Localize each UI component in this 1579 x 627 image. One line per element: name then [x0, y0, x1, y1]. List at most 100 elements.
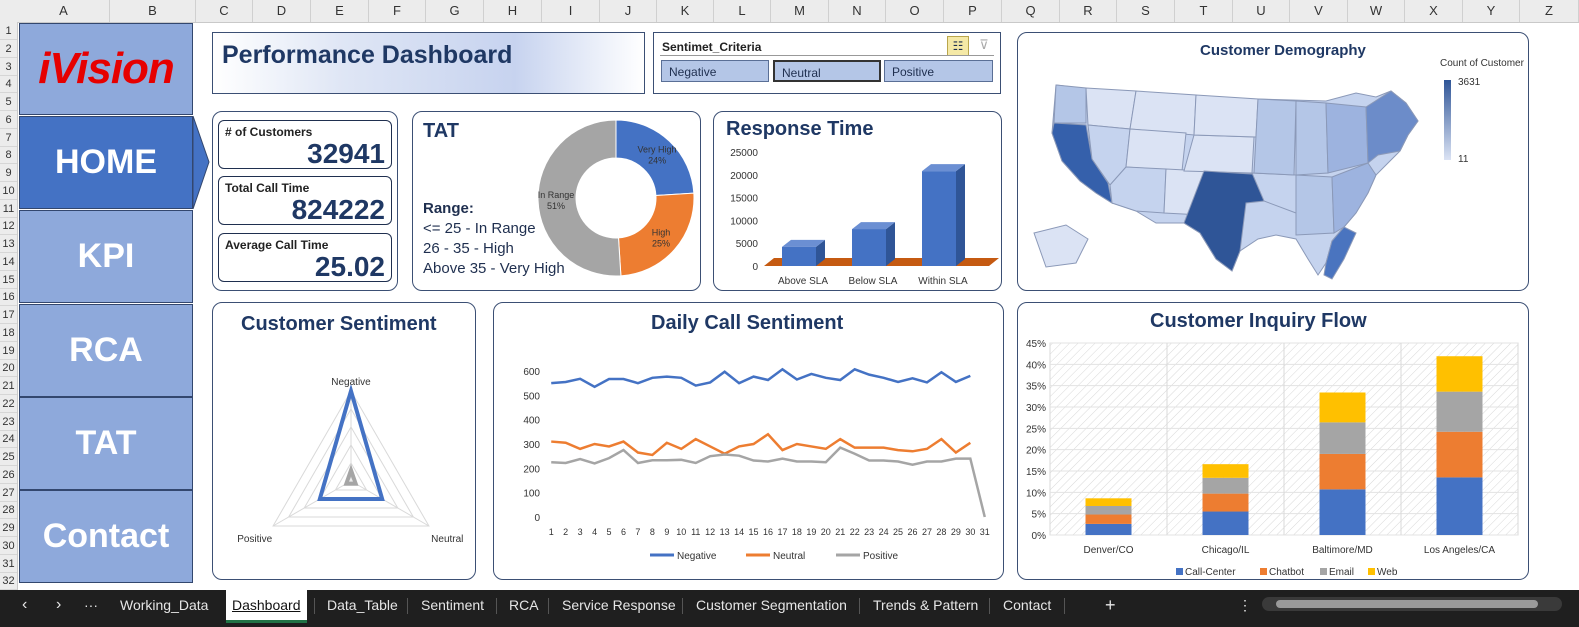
row-header-20[interactable]: 20 [0, 359, 17, 378]
tab-customer-segmentation[interactable]: Customer Segmentation [696, 590, 847, 620]
bar-side [886, 222, 895, 266]
row-header-22[interactable]: 22 [0, 395, 17, 413]
clear-filter-icon[interactable]: ⊽ [974, 36, 994, 54]
tab-data-table[interactable]: Data_Table [327, 590, 398, 620]
row-header-19[interactable]: 19 [0, 342, 17, 360]
y-tick-label: 30% [1026, 403, 1046, 414]
nav-contact-button[interactable]: Contact [19, 490, 193, 583]
column-header-e[interactable]: E [311, 0, 369, 22]
row-header-25[interactable]: 25 [0, 448, 17, 466]
column-header-d[interactable]: D [253, 0, 311, 22]
row-header-32[interactable]: 32 [0, 572, 17, 591]
column-header-p[interactable]: P [944, 0, 1002, 22]
scrollbar-thumb[interactable] [1276, 600, 1538, 608]
tab-contact[interactable]: Contact [1003, 590, 1051, 620]
row-header-18[interactable]: 18 [0, 324, 17, 342]
x-tick-label: 12 [705, 527, 715, 537]
row-header-2[interactable]: 2 [0, 40, 17, 58]
column-header-q[interactable]: Q [1002, 0, 1060, 22]
slicer-option-neutral[interactable]: Neutral [773, 60, 881, 82]
daily-call-sentiment-card: Daily Call Sentiment 0 100 200 300 400 500 600… [493, 302, 1004, 580]
row-header-29[interactable]: 29 [0, 519, 17, 537]
x-tick-label: Within SLA [918, 276, 968, 287]
column-header-z[interactable]: Z [1520, 0, 1579, 22]
column-header-k[interactable]: K [657, 0, 714, 22]
row-header-13[interactable]: 13 [0, 235, 17, 253]
row-header-31[interactable]: 31 [0, 555, 17, 573]
column-header-g[interactable]: G [426, 0, 484, 22]
column-header-o[interactable]: O [886, 0, 944, 22]
column-header-a[interactable]: A [18, 0, 110, 22]
slicer-option-negative[interactable]: Negative [661, 60, 769, 82]
row-header-14[interactable]: 14 [0, 253, 17, 271]
map-legend-gradient [1444, 80, 1451, 160]
row-header-26[interactable]: 26 [0, 466, 17, 484]
row-header-12[interactable]: 12 [0, 217, 17, 236]
row-header-9[interactable]: 9 [0, 164, 17, 182]
stacked-bar-segment [1319, 489, 1366, 535]
horizontal-scrollbar[interactable] [1262, 597, 1562, 611]
row-header-1[interactable]: 1 [0, 22, 17, 40]
row-header-10[interactable]: 10 [0, 182, 17, 200]
customers-kpi-label: # of Customers [225, 125, 313, 139]
row-header-8[interactable]: 8 [0, 146, 17, 165]
row-header-23[interactable]: 23 [0, 413, 17, 431]
column-header-n[interactable]: N [829, 0, 886, 22]
row-header-24[interactable]: 24 [0, 430, 17, 449]
row-header-15[interactable]: 15 [0, 271, 17, 289]
prev-sheet-icon[interactable]: ‹ [22, 590, 27, 620]
column-header-m[interactable]: M [771, 0, 829, 22]
nav-kpi-button[interactable]: KPI [19, 210, 193, 303]
nav-tat-button[interactable]: TAT [19, 397, 193, 490]
column-header-t[interactable]: T [1175, 0, 1233, 22]
row-header-3[interactable]: 3 [0, 58, 17, 76]
page-title: Performance Dashboard [222, 41, 513, 69]
tab-options-icon[interactable]: ⋮ [1238, 590, 1252, 620]
call-time-kpi-label: Total Call Time [225, 181, 310, 195]
column-header-f[interactable]: F [369, 0, 426, 22]
next-sheet-icon[interactable]: › [56, 590, 61, 620]
map-legend-min: 11 [1458, 154, 1469, 165]
row-header-21[interactable]: 21 [0, 377, 17, 395]
column-header-y[interactable]: Y [1463, 0, 1520, 22]
more-sheets-icon[interactable]: ··· [84, 590, 98, 620]
add-sheet-icon[interactable]: + [1105, 590, 1116, 620]
tab-sentiment[interactable]: Sentiment [421, 590, 484, 620]
column-header-j[interactable]: J [600, 0, 657, 22]
row-header-28[interactable]: 28 [0, 501, 17, 520]
tab-dashboard[interactable]: Dashboard [226, 590, 307, 623]
tab-rca[interactable]: RCA [509, 590, 539, 620]
tab-service-response[interactable]: Service Response [562, 590, 676, 620]
row-header-4[interactable]: 4 [0, 75, 17, 94]
column-header-c[interactable]: C [196, 0, 253, 22]
donut-slice-label: High [652, 228, 671, 238]
column-header-s[interactable]: S [1117, 0, 1175, 22]
row-header-30[interactable]: 30 [0, 537, 17, 555]
tab-trends-pattern[interactable]: Trends & Pattern [873, 590, 978, 620]
multi-select-icon[interactable]: ☷ [947, 36, 969, 56]
column-header-w[interactable]: W [1348, 0, 1405, 22]
column-header-v[interactable]: V [1290, 0, 1348, 22]
row-header-7[interactable]: 7 [0, 129, 17, 147]
row-header-11[interactable]: 11 [0, 200, 17, 218]
row-header-16[interactable]: 16 [0, 288, 17, 307]
nav-home-button[interactable]: HOME [19, 116, 193, 209]
row-header-17[interactable]: 17 [0, 306, 17, 324]
row-header-27[interactable]: 27 [0, 484, 17, 502]
x-tick-label: 17 [777, 527, 787, 537]
tab-working-data[interactable]: Working_Data [120, 590, 208, 620]
stacked-bar-segment [1085, 498, 1132, 506]
x-tick-label: 14 [734, 527, 744, 537]
column-header-b[interactable]: B [110, 0, 196, 22]
column-header-i[interactable]: I [542, 0, 600, 22]
slicer-option-positive[interactable]: Positive [884, 60, 993, 82]
column-header-u[interactable]: U [1233, 0, 1290, 22]
row-header-6[interactable]: 6 [0, 111, 17, 129]
column-header-h[interactable]: H [484, 0, 542, 22]
column-header-x[interactable]: X [1405, 0, 1463, 22]
column-header-r[interactable]: R [1060, 0, 1117, 22]
x-tick-label: 5 [607, 527, 612, 537]
row-header-5[interactable]: 5 [0, 93, 17, 111]
nav-rca-button[interactable]: RCA [19, 304, 193, 397]
column-header-l[interactable]: L [714, 0, 771, 22]
